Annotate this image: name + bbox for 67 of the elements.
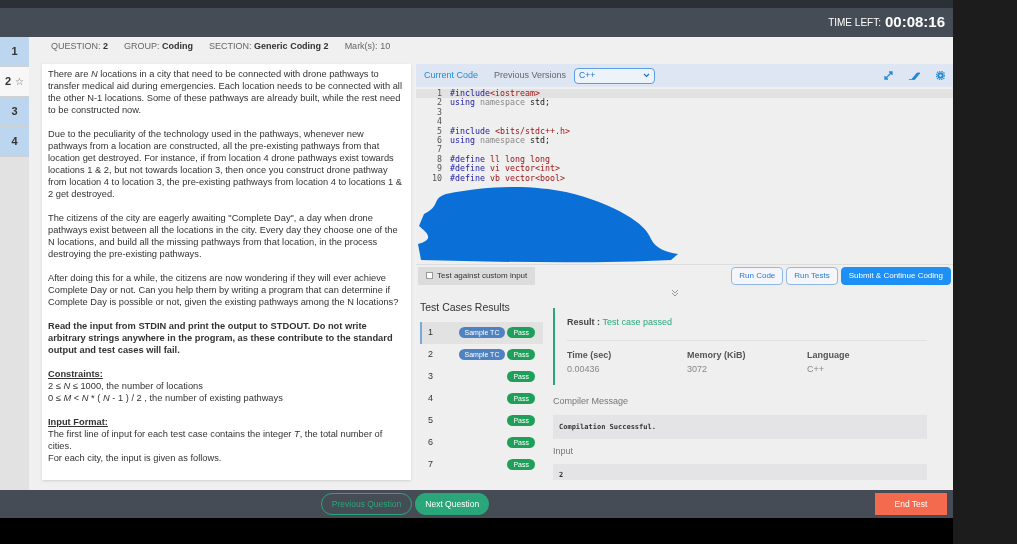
expand-icon[interactable] (884, 71, 893, 80)
code-line: #define vi vector<int> (449, 164, 560, 174)
line-number: 4 (436, 117, 443, 127)
line-number: 3 (436, 107, 443, 117)
question-info: Mark(s): 10 (344, 39, 391, 53)
star-icon: ☆ (15, 74, 25, 89)
code-line: #define ll long long (449, 154, 550, 165)
question-info: GROUP: Coding (124, 39, 194, 53)
stat-value: C++ (807, 363, 825, 376)
line-number: 10 (431, 173, 443, 184)
question-number[interactable]: 1 (0, 37, 29, 67)
input-label: Input (553, 445, 575, 458)
chevron-down-icon (643, 73, 651, 78)
case-number: 7 (428, 458, 434, 471)
section-line: For each city, the input is given as follows. (48, 452, 223, 464)
section-line: 2 ≤ N ≤ 1000, the number of locations (48, 380, 204, 392)
question-number[interactable]: 4 (0, 127, 29, 157)
line-number: 6 (436, 136, 443, 146)
editor-tab[interactable]: Previous Versions (494, 68, 567, 83)
time-left-value: 00:08:16 (884, 12, 945, 33)
action-button[interactable]: Run Tests (786, 266, 838, 285)
question-number[interactable]: 3 (0, 97, 29, 127)
code-line: using namespace std; (449, 98, 550, 108)
problem-paragraph: After doing this for a while, the citizens are now wondering if they will ever achieve Complete Day or not. Can you help them by writing a program that can determine if Complete Day is possible or not, given the existing pathways among the N locations? (48, 272, 400, 308)
result-text: Result : Test case passed (567, 316, 927, 341)
line-number: 1 (436, 89, 443, 98)
results-title: Test Cases Results (420, 300, 511, 315)
case-number: 5 (428, 414, 434, 427)
case-number: 6 (428, 436, 434, 449)
custom-input-checkbox[interactable]: Test against custom input (418, 266, 536, 285)
line-number: 2 (436, 98, 443, 108)
eraser-icon[interactable] (909, 71, 920, 80)
case-number: 4 (428, 392, 434, 405)
problem-paragraph: Due to the peculiarity of the technology used in the pathways, whenever new pathways from a location are constructed, all the pre-existing pathways from that location get destroyed. For instance, if from location 4 drone pathways exist towards locations 1 & 2, but not towards location 3, then once you construct drone pathway from location 4 to location 3, the pre-existing pathways from location 4 to locations 1 & 2 get destroyed. (48, 128, 403, 200)
stat-value: 3072 (687, 363, 709, 376)
case-number: 1 (428, 326, 434, 339)
section-heading: Constraints: (48, 368, 104, 380)
problem-paragraph: Read the input from STDIN and print the output to STDOUT. Do not write arbitrary strings anywhere in the program, as these contribute to the standard output and test cases will fail. (48, 320, 394, 356)
compiler-message-label: Compiler Message (553, 394, 630, 408)
stat-value: 0.00436 (567, 363, 601, 376)
problem-paragraph: There are N locations in a city that need to be connected with drone pathways to transfer medical aid during emergencies. Each location needs to be connected with all the other N-1 locations. Some of these pathways are already built, while the rest need to be constructed now. (48, 68, 403, 116)
code-line: #include <bits/stdc++.h> (449, 126, 570, 136)
line-number: 7 (436, 145, 443, 155)
line-number: 8 (436, 154, 443, 164)
time-left-label: TIME LEFT: (828, 16, 881, 30)
section-heading: Input Format: (48, 416, 109, 428)
section-line: 0 ≤ M < N* ( N - 1 ) / 2 , the number of existing pathways (48, 392, 284, 404)
action-button[interactable]: Run Code (731, 266, 784, 285)
question-number[interactable]: 2 ☆ (0, 67, 29, 97)
code-line: using namespace std; (449, 136, 550, 146)
case-number: 2 (428, 348, 434, 361)
code-editor[interactable]: 1 #include<iostream> 2 using namespace std; 3 4 5 #include <bits/stdc++.h> 6 using namespace std; 7 8 #define ll long long 9 #define vi vector<int> 10 #define vb vector<bool> (416, 87, 953, 264)
line-number: 5 (436, 126, 443, 136)
section-line: The first line of input for each test case contains the integer T, the total number of cities. (48, 428, 384, 452)
stat-label: Language (807, 348, 851, 362)
settings-icon[interactable] (936, 71, 945, 80)
stat-label: Memory (KiB) (687, 348, 747, 362)
problem-paragraph: The citizens of the city are eagerly awaiting "Complete Day", a day when drone pathways exist between all the locations in the city. Every day they choose one of the N locations, and build all the missing pathways from that location, in the process destroying the pre-existing pathways. (48, 212, 399, 260)
code-line: #include<iostream> (449, 89, 540, 98)
question-info: SECTION: Generic Coding 2 (209, 39, 329, 53)
line-number: 9 (436, 164, 443, 174)
stat-label: Time (sec) (567, 348, 613, 362)
collapse-icon[interactable] (671, 289, 679, 297)
code-line: #define vb vector<bool> (449, 173, 565, 184)
question-info: QUESTION: 2 (51, 39, 109, 53)
language-select[interactable]: C++ (574, 67, 656, 84)
case-number: 3 (428, 370, 434, 383)
